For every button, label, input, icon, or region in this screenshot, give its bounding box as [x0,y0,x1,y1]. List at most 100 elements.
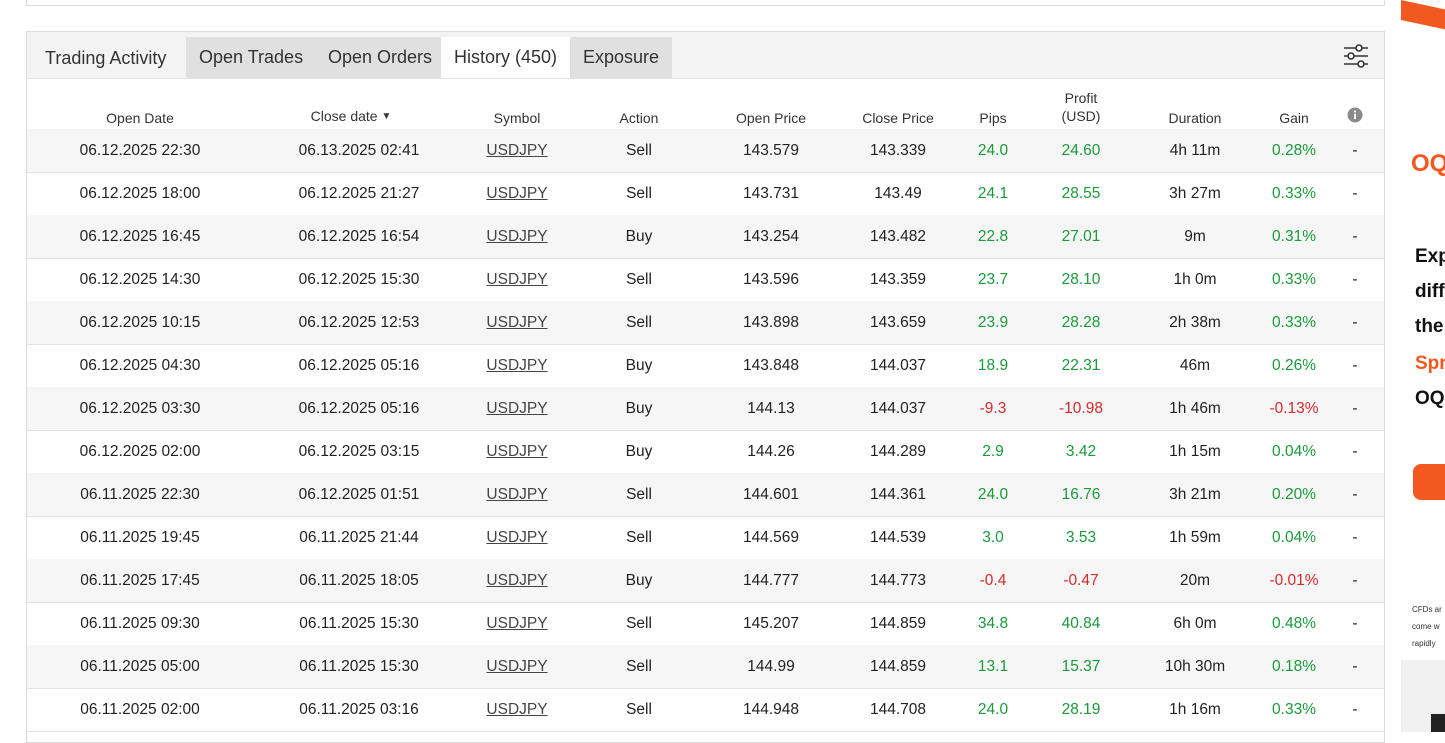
cell-symbol[interactable]: USDJPY [486,516,547,559]
cell-symbol[interactable]: USDJPY [486,645,547,688]
cell-open-price: 144.777 [742,572,800,589]
table-header: Open Date Close date ▼ Symbol Action Ope… [27,79,1384,130]
cell-action: Sell [626,314,652,331]
cell-duration: 3h 21m [1169,486,1221,503]
col-duration[interactable]: Duration [1169,109,1222,127]
cell-symbol[interactable]: USDJPY [486,688,547,731]
col-close-price[interactable]: Close Price [862,109,934,127]
cell-profit: -0.47 [1063,572,1099,589]
cell-extra: - [1352,400,1358,417]
col-profit[interactable]: Profit (USD) [1062,89,1101,125]
cell-profit: -10.98 [1059,400,1103,417]
panel-title: Trading Activity [45,48,167,68]
cell-duration: 1h 15m [1169,443,1221,460]
table-row[interactable]: 06.12.2025 18:00 06.12.2025 21:27 USDJPY Se… [27,172,1384,216]
cell-action: Sell [626,142,652,159]
table-row[interactable]: 06.11.2025 17:45 06.11.2025 18:05 USDJPY Bu… [27,559,1384,603]
cell-close-price: 143.659 [869,314,927,331]
cell-close-price: 143.359 [869,271,927,288]
col-profit-label: Profit [1064,90,1098,106]
col-symbol[interactable]: Symbol [494,109,541,127]
cell-symbol[interactable]: USDJPY [486,172,547,215]
advertisement-banner[interactable]: OQ Exp diff the Spr OQ CFDs ar come w ra… [1401,0,1445,732]
cell-pips: -9.3 [979,400,1007,417]
table-row[interactable]: 06.12.2025 10:15 06.12.2025 12:53 USDJPY Se… [27,301,1384,345]
cell-close-date: 06.11.2025 03:16 [299,701,419,718]
cell-pips: 18.9 [977,357,1009,374]
cell-gain: 0.28% [1272,142,1316,159]
cell-gain: 0.31% [1272,228,1316,245]
cell-symbol[interactable]: USDJPY [486,387,547,430]
cell-symbol[interactable]: USDJPY [486,215,547,258]
cell-open-price: 144.13 [747,400,795,417]
cell-symbol[interactable]: USDJPY [486,129,547,172]
cell-symbol[interactable]: USDJPY [486,258,547,301]
cell-gain: 0.33% [1272,185,1316,202]
cell-pips: 24.1 [977,185,1009,202]
col-open-price[interactable]: Open Price [736,109,806,127]
col-pips[interactable]: Pips [979,109,1006,127]
cell-close-price: 144.708 [869,701,927,718]
col-gain[interactable]: Gain [1279,109,1309,127]
table-row[interactable]: 06.12.2025 16:45 06.12.2025 16:54 USDJPY Bu… [27,215,1384,259]
cell-symbol[interactable]: USDJPY [486,430,547,473]
ad-disclaimer: rapidly [1412,639,1436,648]
table-row[interactable]: 06.11.2025 02:00 06.11.2025 03:16 USDJPY Se… [27,688,1384,732]
cell-symbol[interactable]: USDJPY [486,344,547,387]
cell-open-price: 144.26 [747,443,795,460]
tab-exposure[interactable]: Exposure [570,37,673,78]
cell-close-date: 06.12.2025 05:16 [298,400,420,417]
cell-symbol[interactable]: USDJPY [486,473,547,516]
tab-open-orders[interactable]: Open Orders [315,37,446,78]
ad-text-line: Spr [1415,353,1445,374]
tab-open-trades[interactable]: Open Trades [186,37,317,78]
table-row[interactable]: 06.12.2025 02:00 06.12.2025 03:15 USDJPY Bu… [27,430,1384,474]
table-row[interactable]: 06.12.2025 14:30 06.12.2025 15:30 USDJPY Se… [27,258,1384,302]
cell-open-date: 06.12.2025 18:00 [79,185,201,202]
col-close-date[interactable]: Close date ▼ [311,107,392,126]
cell-close-date: 06.12.2025 15:30 [298,271,420,288]
cell-action: Sell [626,615,652,632]
table-row[interactable]: 06.11.2025 19:45 06.11.2025 21:44 USDJPY Se… [27,516,1384,560]
table-row[interactable]: 06.12.2025 04:30 06.12.2025 05:16 USDJPY Bu… [27,344,1384,388]
cell-close-price: 144.289 [869,443,927,460]
cell-open-price: 143.596 [742,271,800,288]
info-icon[interactable] [1347,107,1363,123]
cell-extra: - [1352,443,1358,460]
table-row[interactable]: 06.12.2025 22:30 06.13.2025 02:41 USDJPY Se… [27,129,1384,173]
cell-close-price: 144.361 [869,486,927,503]
cell-pips: 24.0 [977,486,1009,503]
cell-close-price: 144.859 [869,658,927,675]
cell-open-date: 06.11.2025 09:30 [80,615,200,632]
cell-extra: - [1352,357,1358,374]
table-row[interactable]: 06.12.2025 03:30 06.12.2025 05:16 USDJPY Bu… [27,387,1384,431]
col-action[interactable]: Action [620,109,659,127]
cell-pips: 23.7 [977,271,1009,288]
cell-symbol[interactable]: USDJPY [486,602,547,645]
cell-duration: 4h 11m [1169,142,1221,159]
tab-bar: Trading Activity Open Trades Open Orders… [27,32,1384,79]
cell-open-date: 06.11.2025 19:45 [80,529,200,546]
cell-profit: 3.53 [1065,529,1097,546]
cell-close-price: 143.482 [869,228,927,245]
col-open-date[interactable]: Open Date [106,109,174,127]
cell-gain: 0.04% [1272,529,1316,546]
cell-profit: 27.01 [1061,228,1101,245]
cell-duration: 2h 38m [1169,314,1221,331]
sliders-icon[interactable] [1342,42,1370,70]
ad-footer-mark [1431,714,1445,732]
tab-history[interactable]: History (450) [441,37,571,78]
table-row[interactable]: 06.11.2025 05:00 06.11.2025 15:30 USDJPY Se… [27,645,1384,689]
cell-open-price: 143.848 [742,357,800,374]
ad-cta-button[interactable] [1413,464,1445,500]
cell-symbol[interactable]: USDJPY [486,559,547,602]
cell-duration: 9m [1184,228,1206,245]
table-row[interactable]: 06.11.2025 09:30 06.11.2025 15:30 USDJPY Se… [27,602,1384,646]
cell-open-price: 143.898 [742,314,800,331]
cell-pips: -0.4 [979,572,1007,589]
cell-duration: 46m [1179,357,1211,374]
cell-symbol[interactable]: USDJPY [486,301,547,344]
table-row[interactable]: 06.11.2025 22:30 06.12.2025 01:51 USDJPY Se… [27,473,1384,517]
cell-close-date: 06.12.2025 21:27 [298,185,420,202]
cell-open-price: 144.99 [747,658,795,675]
